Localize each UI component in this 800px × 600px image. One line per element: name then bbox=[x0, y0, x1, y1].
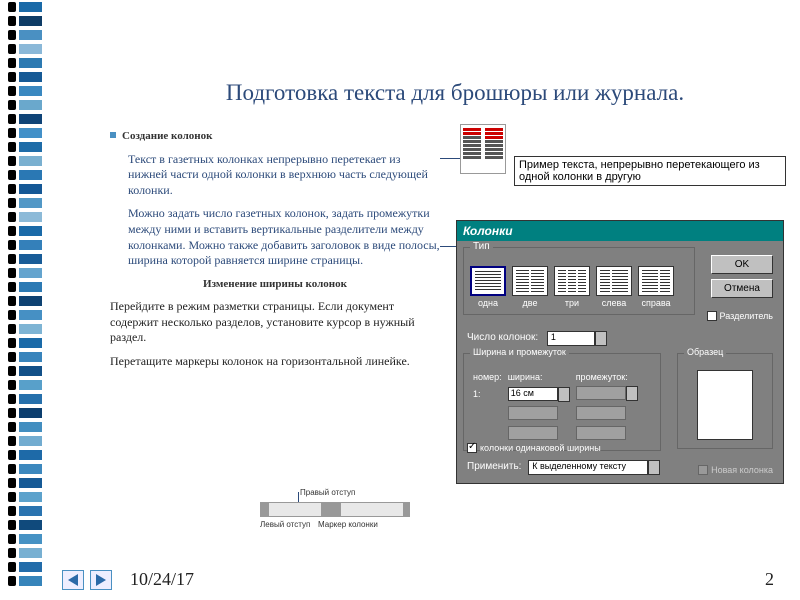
footer-page-number: 2 bbox=[765, 569, 774, 590]
paragraph-4: Перетащите маркеры колонок на горизонтал… bbox=[110, 354, 440, 370]
wg-header-width: ширина: bbox=[505, 370, 573, 384]
column-type-options: однадветрислевасправа bbox=[470, 266, 688, 308]
width-gap-table: номер:ширина:промежуток: 1:16 см bbox=[470, 370, 641, 444]
separator-checkbox[interactable]: Разделитель bbox=[707, 311, 773, 321]
group-sample-legend: Образец bbox=[684, 347, 726, 357]
apply-dropdown-icon[interactable] bbox=[648, 460, 660, 475]
newcol-label: Новая колонка bbox=[711, 465, 773, 475]
num-columns-label: Число колонок: bbox=[467, 332, 538, 343]
wg-empty-2 bbox=[576, 406, 626, 420]
separator-label: Разделитель bbox=[720, 311, 773, 321]
paragraph-2: Можно задать число газетных колонок, зад… bbox=[110, 206, 440, 268]
col-option-одна[interactable]: одна bbox=[470, 266, 506, 308]
bullet-icon bbox=[110, 132, 116, 138]
body-text: Создание колонок Текст в газетных колонк… bbox=[110, 128, 440, 377]
page-title: Подготовка текста для брошюры или журнал… bbox=[130, 80, 780, 106]
wg-row1-num: 1: bbox=[470, 384, 505, 404]
prev-slide-button[interactable] bbox=[62, 570, 84, 590]
wg-header-num: номер: bbox=[470, 370, 505, 384]
group-sample: Образец bbox=[677, 353, 773, 449]
heading-change-width: Изменение ширины колонок bbox=[110, 277, 440, 291]
group-type-legend: Тип bbox=[470, 241, 493, 252]
wg-gap-input[interactable] bbox=[576, 386, 626, 400]
example-caption: Пример текста, непрерывно перетекающего … bbox=[514, 156, 786, 186]
example-columns-graphic bbox=[460, 124, 506, 174]
group-width-gap: Ширина и промежуток номер:ширина:промежу… bbox=[463, 353, 661, 451]
wg-empty-4 bbox=[576, 426, 626, 440]
wg-header-gap: промежуток: bbox=[573, 370, 641, 384]
apply-label: Применить: bbox=[467, 461, 521, 472]
num-columns-row: Число колонок: 1 bbox=[467, 331, 607, 346]
wg-gap-spinner[interactable] bbox=[626, 386, 638, 401]
slide-content: Подготовка текста для брошюры или журнал… bbox=[60, 40, 780, 580]
newcol-checkbox: Новая колонка bbox=[698, 465, 773, 475]
columns-dialog: Колонки Тип однадветрислевасправа OK Отм… bbox=[456, 220, 784, 484]
equal-width-label: колонки одинаковой ширины bbox=[480, 443, 601, 453]
connector-line-1 bbox=[440, 158, 460, 159]
apply-select[interactable]: К выделенному тексту bbox=[528, 460, 648, 475]
col-option-справа[interactable]: справа bbox=[638, 266, 674, 308]
equal-width-checkbox[interactable]: колонки одинаковой ширины bbox=[467, 443, 601, 453]
num-columns-spinner[interactable] bbox=[595, 331, 607, 346]
wg-empty-3 bbox=[508, 426, 558, 440]
triangle-left-icon bbox=[68, 574, 78, 586]
heading-creating-columns: Создание колонок bbox=[122, 130, 212, 142]
apply-row: Применить: К выделенному тексту bbox=[467, 460, 660, 475]
num-columns-input[interactable]: 1 bbox=[547, 331, 595, 346]
wg-width-spinner[interactable] bbox=[558, 387, 570, 402]
ruler-graphic: Правый отступ Левый отступ Маркер колонк… bbox=[260, 490, 410, 534]
next-slide-button[interactable] bbox=[90, 570, 112, 590]
col-option-две[interactable]: две bbox=[512, 266, 548, 308]
col-option-три[interactable]: три bbox=[554, 266, 590, 308]
wg-width-input[interactable]: 16 см bbox=[508, 387, 558, 401]
sample-preview bbox=[697, 370, 753, 440]
cancel-button[interactable]: Отмена bbox=[711, 279, 773, 298]
ruler-bar bbox=[260, 502, 410, 517]
spiral-binding bbox=[0, 0, 48, 600]
footer-date: 10/24/17 bbox=[130, 569, 194, 590]
ruler-label-left-indent: Левый отступ bbox=[260, 520, 310, 529]
group-wg-legend: Ширина и промежуток bbox=[470, 347, 569, 357]
ruler-label-right-indent: Правый отступ bbox=[300, 488, 355, 497]
paragraph-3: Перейдите в режим разметки страницы. Есл… bbox=[110, 299, 440, 346]
group-type: Тип однадветрислевасправа bbox=[463, 247, 695, 315]
ok-button[interactable]: OK bbox=[711, 255, 773, 274]
col-option-слева[interactable]: слева bbox=[596, 266, 632, 308]
ruler-label-col-marker: Маркер колонки bbox=[318, 520, 378, 529]
paragraph-1: Текст в газетных колонках непрерывно пер… bbox=[110, 152, 440, 199]
triangle-right-icon bbox=[96, 574, 106, 586]
dialog-title: Колонки bbox=[457, 221, 783, 241]
wg-empty-1 bbox=[508, 406, 558, 420]
